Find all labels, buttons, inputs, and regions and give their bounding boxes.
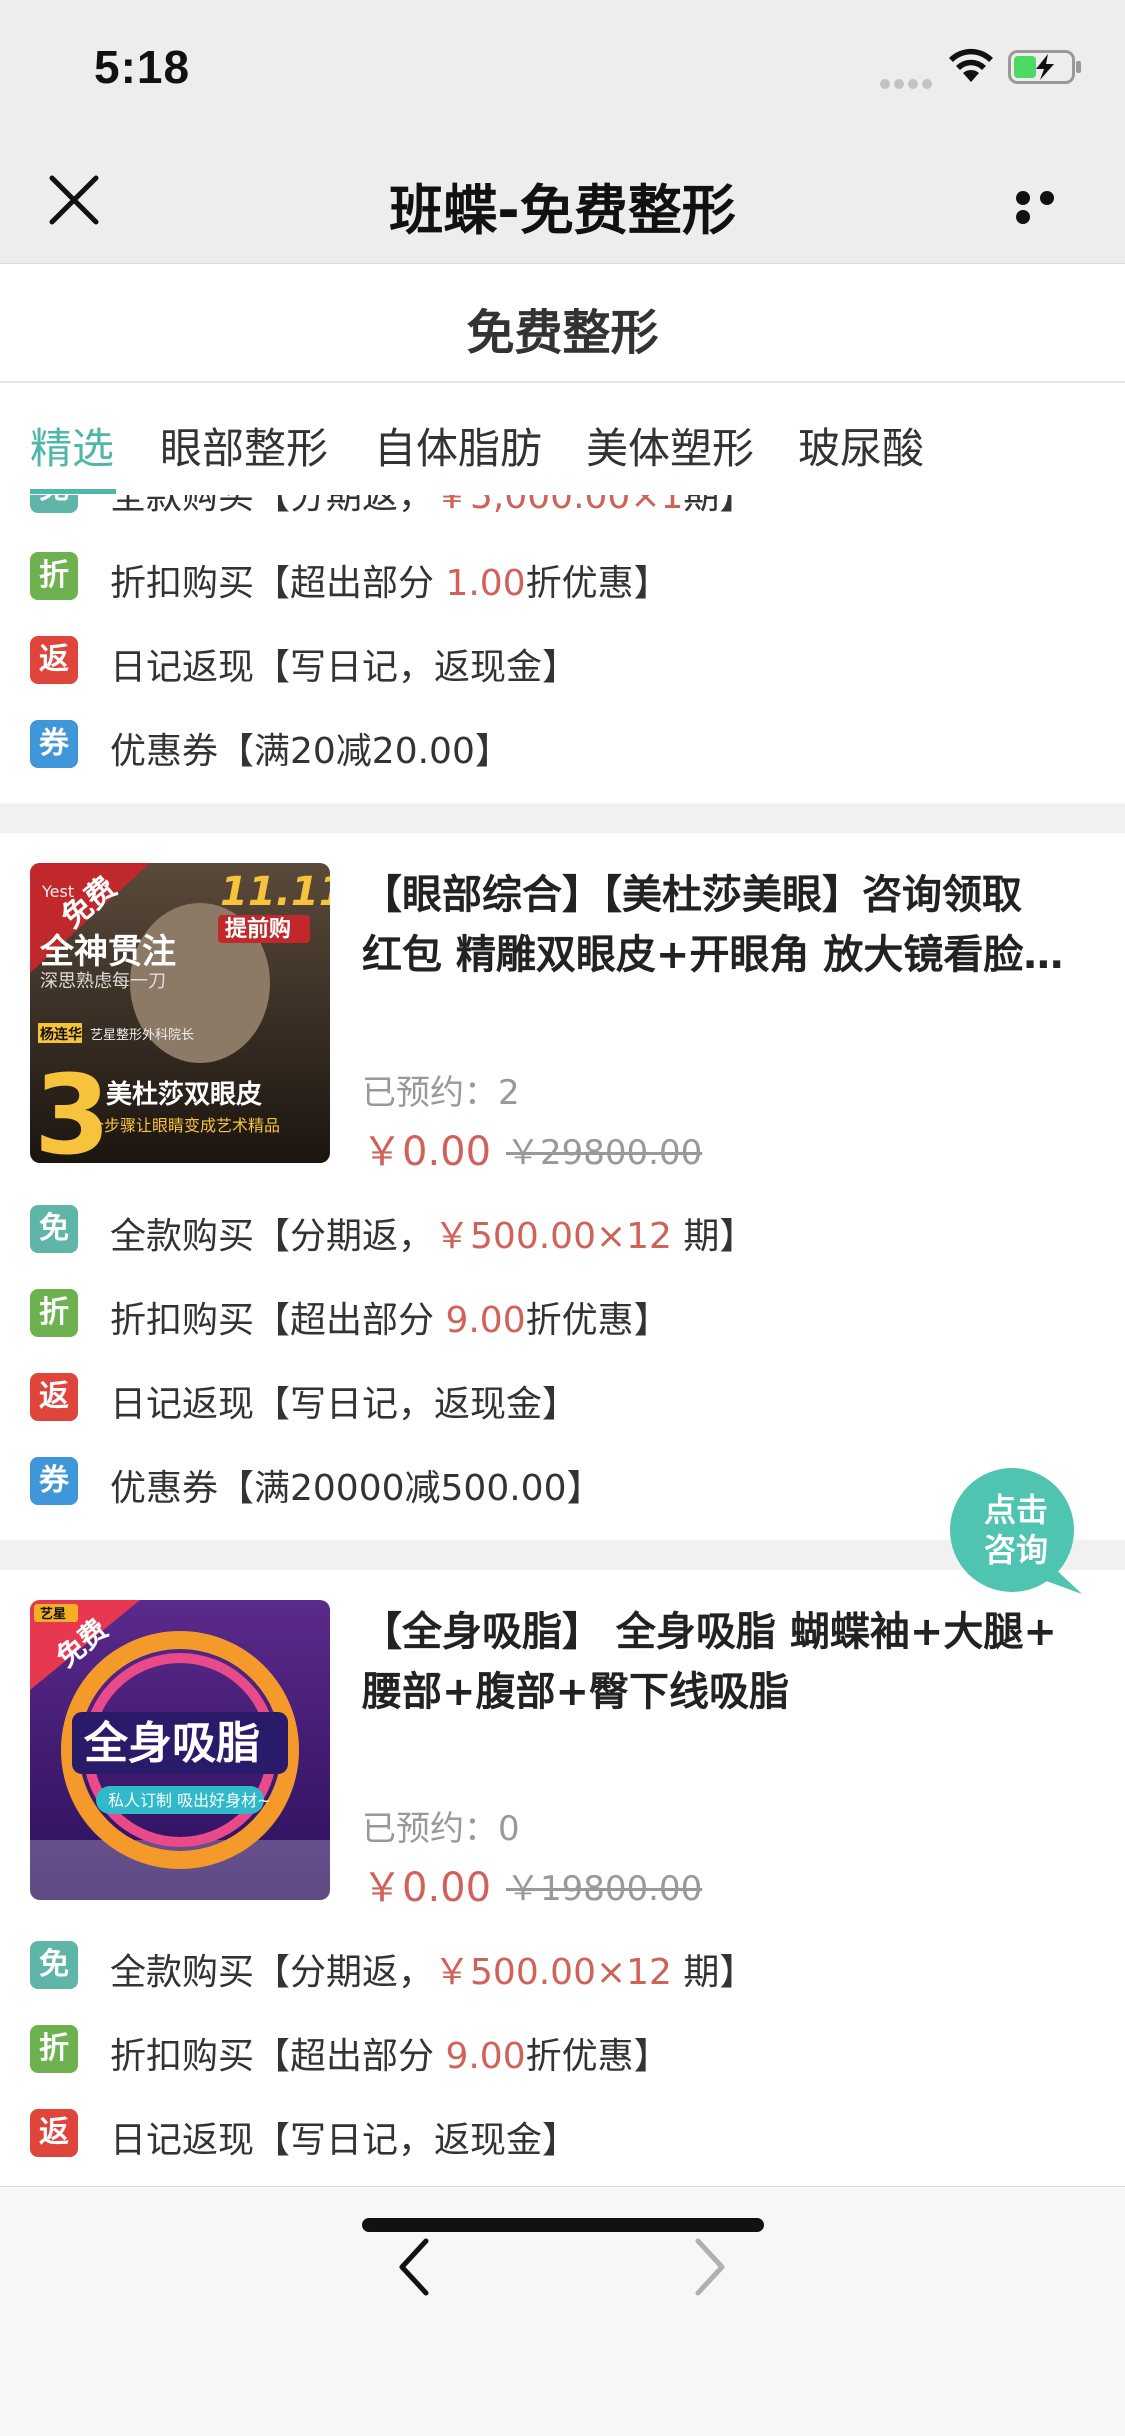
tab-body-contouring[interactable]: 美体塑形 <box>586 415 754 476</box>
tab-featured[interactable]: 精选 <box>30 415 114 476</box>
image-tag: 艺星 <box>40 1606 66 1622</box>
image-promo: 11.11 <box>220 869 330 915</box>
benefit-label: 全款购买【分期返， <box>110 1952 435 1993</box>
installment-amount: ￥5,000.00×1 <box>434 495 684 517</box>
page-header: 免费整形 <box>0 265 1125 383</box>
benefit-label: 日记返现【写日记，返现金】 <box>110 1384 579 1425</box>
image-promo-sub: 提前购 <box>225 916 291 942</box>
image-doctor-title: 艺星整形外科院长 <box>90 1028 194 1043</box>
image-step-number: 3 <box>34 1051 111 1163</box>
section-divider <box>0 803 1125 833</box>
image-product-name: 美杜莎双眼皮 <box>106 1079 262 1110</box>
tab-fat-grafting[interactable]: 自体脂肪 <box>374 415 542 476</box>
status-time: 5:18 <box>94 41 191 93</box>
coupon-badge-icon: 券 <box>30 720 78 768</box>
product-image-eye[interactable]: Yest 免费 11.11 提前购 全神贯注 深思熟虑每一刀 杨连华 艺星整形外… <box>30 863 330 1163</box>
tab-eye-surgery[interactable]: 眼部整形 <box>160 415 328 476</box>
back-arrow-icon[interactable] <box>396 2237 432 2297</box>
image-slogan-sub: 深思熟虑每一刀 <box>40 971 166 992</box>
product-title-line: 【眼部综合】【美杜莎美眼】咨询领取 <box>362 872 1022 918</box>
image-doctor: 杨连华 <box>40 1026 82 1043</box>
booked-count: 已预约：2 <box>362 1073 520 1113</box>
benefit-label: 折扣购买【超出部分 <box>110 2036 446 2077</box>
more-icon[interactable] <box>1016 190 1082 224</box>
cellular-signal-icon <box>880 74 936 89</box>
benefit-suffix: 折优惠】 <box>525 563 670 604</box>
cashback-badge-icon: 返 <box>30 2109 78 2157</box>
free-badge-icon: 免 <box>30 1941 78 1989</box>
page-title: 免费整形 <box>466 305 659 361</box>
product-list[interactable]: 免 全款购买【分期返，￥5,000.00×1期】 折 折扣购买【超出部分 1.0… <box>0 495 1125 2185</box>
cashback-badge-icon: 返 <box>30 1373 78 1421</box>
original-price: ￥29800.00 <box>506 1133 703 1173</box>
image-slogan: 全神贯注 <box>39 932 176 972</box>
consult-label-line2: 咨询 <box>983 1531 1048 1569</box>
battery-charging-icon <box>1008 50 1081 84</box>
benefit-label: 日记返现【写日记，返现金】 <box>110 2120 579 2161</box>
nav-bar: 班蝶-免费整形 <box>0 132 1125 264</box>
discount-value: 9.00 <box>445 2036 526 2077</box>
installment-amount: ￥500.00×12 <box>434 1952 672 1993</box>
coupon-badge-icon: 券 <box>30 1457 78 1505</box>
image-sub: 私人订制 吸出好身材~ <box>108 1791 271 1810</box>
benefit-label: 折扣购买【超出部分 <box>110 563 446 604</box>
image-headline: 全身吸脂 <box>83 1718 260 1769</box>
installment-amount: ￥500.00×12 <box>434 1216 672 1257</box>
benefit-label: 优惠券【满20减20.00】 <box>110 731 511 772</box>
discount-value: 1.00 <box>445 563 526 604</box>
home-indicator[interactable] <box>362 2218 764 2232</box>
benefit-label: 折扣购买【超出部分 <box>110 1300 446 1341</box>
product-title-line: 【全身吸脂】 全身吸脂 蝴蝶袖+大腿+ <box>362 1609 1057 1655</box>
price: ￥0.00 <box>362 1129 492 1175</box>
price: ￥0.00 <box>362 1865 492 1911</box>
benefit-suffix: 折优惠】 <box>525 2036 670 2077</box>
product-title-line: 腰部+腹部+臀下线吸脂 <box>362 1669 790 1715</box>
free-badge-icon: 免 <box>30 1205 78 1253</box>
consult-label-line1: 点击 <box>983 1491 1048 1529</box>
forward-arrow-icon[interactable] <box>692 2237 728 2297</box>
original-price: ￥19800.00 <box>506 1869 703 1909</box>
booked-count: 已预约：0 <box>362 1809 520 1849</box>
wifi-icon <box>949 48 993 82</box>
discount-badge-icon: 折 <box>30 1289 78 1337</box>
benefit-label: 优惠券【满20000减500.00】 <box>110 1468 603 1509</box>
benefit-label: 日记返现【写日记，返现金】 <box>110 647 579 688</box>
active-tab-indicator <box>30 489 116 494</box>
product-title-line: 红包 精雕双眼皮+开眼角 放大镜看脸… <box>362 932 1064 978</box>
benefit-suffix: 期】 <box>671 1216 756 1257</box>
product-image-liposuction[interactable]: 艺星 免费 全身吸脂 私人订制 吸出好身材~ <box>30 1600 330 1900</box>
nav-title: 班蝶-免费整形 <box>389 179 736 242</box>
discount-value: 9.00 <box>445 1300 526 1341</box>
tab-hyaluronic-acid[interactable]: 玻尿酸 <box>798 415 924 476</box>
discount-badge-icon: 折 <box>30 552 78 600</box>
benefit-label: 全款购买【分期返， <box>110 495 435 517</box>
benefit-suffix: 期】 <box>671 1952 756 1993</box>
image-tagline: 个步骤让眼睛变成艺术精品 <box>88 1116 280 1135</box>
consult-button[interactable]: 点击 咨询 <box>946 1468 1086 1596</box>
product-title[interactable]: 【眼部综合】【美杜莎美眼】咨询领取 红包 精雕双眼皮+开眼角 放大镜看脸… <box>362 865 1092 985</box>
discount-badge-icon: 折 <box>30 2025 78 2073</box>
category-tabs: 精选 眼部整形 自体脂肪 美体塑形 玻尿酸 <box>0 385 1125 495</box>
benefit-suffix: 期】 <box>683 495 756 517</box>
benefit-suffix: 折优惠】 <box>525 1300 670 1341</box>
status-bar: 5:18 <box>0 0 1125 132</box>
cashback-badge-icon: 返 <box>30 636 78 684</box>
benefit-label: 全款购买【分期返， <box>110 1216 435 1257</box>
product-title[interactable]: 【全身吸脂】 全身吸脂 蝴蝶袖+大腿+ 腰部+腹部+臀下线吸脂 <box>362 1602 1092 1722</box>
free-badge-icon: 免 <box>30 495 78 513</box>
